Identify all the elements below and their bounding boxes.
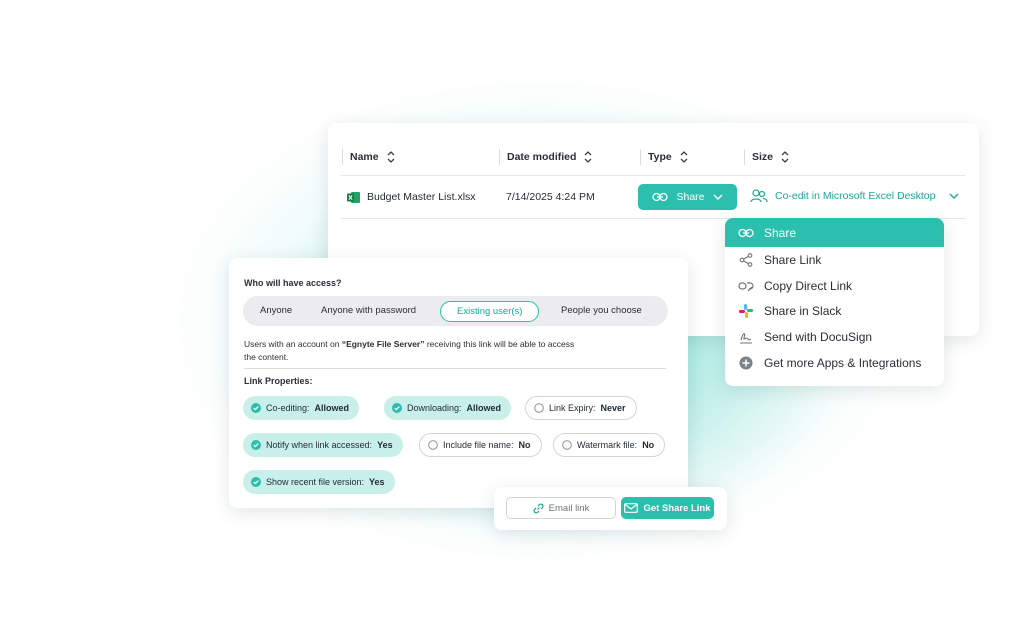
users-icon (750, 189, 768, 203)
menu-item-label: Send with DocuSign (764, 330, 873, 345)
chip-label: Watermark file: (577, 440, 638, 450)
share-menu: Share Share Link Copy Direct Link Share … (725, 218, 944, 386)
access-option-anyone[interactable]: Anyone (260, 303, 292, 319)
share-settings-panel: Who will have access? Anyone Anyone with… (229, 258, 688, 508)
chip-value: Allowed (466, 403, 502, 413)
chip-label: Downloading: (407, 403, 462, 413)
excel-icon (347, 192, 360, 203)
column-header-size[interactable]: Size (744, 149, 790, 165)
share-actions-bar: Email link Get Share Link (494, 487, 727, 530)
sort-icon (584, 151, 592, 163)
chip-value: Yes (377, 440, 393, 450)
menu-item-label: Get more Apps & Integrations (764, 356, 922, 371)
column-header-date[interactable]: Date modified (499, 149, 593, 165)
email-link-label: Email link (548, 502, 590, 514)
chip-value: Never (600, 403, 626, 413)
slack-icon (738, 303, 754, 319)
chip-label: Link Expiry: (549, 403, 596, 413)
file-name[interactable]: Budget Master List.xlsx (367, 191, 476, 203)
column-header-name-label: Name (350, 151, 379, 163)
chip-value: No (642, 440, 655, 450)
menu-item-copy-direct-link[interactable]: Copy Direct Link (725, 273, 944, 299)
radio-empty-icon (428, 440, 438, 450)
check-circle-icon (392, 403, 402, 413)
access-desc-prefix: Users with an account on (244, 339, 342, 349)
chip-label: Notify when link accessed: (266, 440, 373, 450)
access-description: Users with an account on “Egnyte File Se… (244, 338, 584, 364)
server-name: “Egnyte File Server” (341, 339, 425, 349)
link-icon (652, 192, 669, 202)
coedit-label: Co-edit in Microsoft Excel Desktop (775, 190, 936, 202)
signature-icon (738, 329, 754, 345)
email-link-button[interactable]: Email link (506, 497, 616, 519)
chip-link-expiry[interactable]: Link Expiry: Never (525, 396, 637, 420)
check-circle-icon (251, 403, 261, 413)
menu-item-more-apps[interactable]: Get more Apps & Integrations (725, 350, 944, 376)
column-header-size-label: Size (752, 151, 774, 163)
access-title: Who will have access? (244, 278, 342, 288)
sort-icon (387, 151, 395, 163)
menu-item-label: Share in Slack (764, 304, 842, 319)
sort-icon (781, 151, 789, 163)
chevron-down-icon (949, 193, 959, 199)
chip-value: Yes (369, 477, 385, 487)
access-option-anyone-password[interactable]: Anyone with password (321, 303, 416, 319)
chip-label: Co-editing: (266, 403, 310, 413)
menu-item-label: Copy Direct Link (764, 278, 853, 293)
column-header-type-label: Type (648, 151, 672, 163)
chip-label: Show recent file version: (266, 477, 365, 487)
chip-value: No (518, 440, 531, 450)
share-nodes-icon (738, 252, 754, 268)
chip-notify[interactable]: Notify when link accessed: Yes (243, 433, 403, 457)
get-share-link-label: Get Share Link (643, 502, 711, 514)
access-options: Anyone Anyone with password Existing use… (243, 296, 668, 326)
chip-label: Include file name: (443, 440, 514, 450)
chip-downloading[interactable]: Downloading: Allowed (384, 396, 512, 420)
share-dropdown-button[interactable]: Share (638, 184, 737, 210)
mail-icon (624, 503, 639, 513)
chip-recent-version[interactable]: Show recent file version: Yes (243, 470, 395, 494)
plus-circle-icon (738, 355, 754, 371)
menu-item-label: Share Link (764, 252, 822, 267)
access-option-people-you-choose[interactable]: People you choose (561, 303, 642, 319)
menu-item-label: Share (764, 225, 797, 240)
get-share-link-button[interactable]: Get Share Link (621, 497, 714, 519)
check-circle-icon (251, 477, 261, 487)
divider (244, 368, 666, 369)
link-icon (533, 503, 544, 513)
share-button-label: Share (676, 191, 705, 203)
menu-item-docusign[interactable]: Send with DocuSign (725, 324, 944, 350)
column-header-name[interactable]: Name (342, 149, 396, 165)
header-divider (341, 175, 966, 176)
sort-icon (680, 151, 688, 163)
chevron-down-icon (713, 194, 723, 200)
link-icon (738, 225, 754, 241)
chip-co-editing[interactable]: Co-editing: Allowed (243, 396, 360, 420)
access-option-existing-users[interactable]: Existing user(s) (440, 301, 540, 322)
chip-value: Allowed (314, 403, 350, 413)
link-properties-title: Link Properties: (244, 376, 313, 386)
check-circle-icon (251, 440, 261, 450)
column-header-date-label: Date modified (507, 151, 577, 163)
radio-empty-icon (534, 403, 544, 413)
radio-empty-icon (562, 440, 572, 450)
menu-item-share-slack[interactable]: Share in Slack (725, 299, 944, 325)
chip-include-file-name[interactable]: Include file name: No (419, 433, 542, 457)
column-header-type[interactable]: Type (640, 149, 689, 165)
chip-watermark[interactable]: Watermark file: No (553, 433, 666, 457)
menu-item-share[interactable]: Share (725, 218, 944, 247)
coedit-desktop-link[interactable]: Co-edit in Microsoft Excel Desktop (750, 189, 959, 203)
copy-link-icon (738, 278, 754, 294)
date-modified: 7/14/2025 4:24 PM (506, 191, 595, 203)
menu-item-share-link[interactable]: Share Link (725, 247, 944, 273)
